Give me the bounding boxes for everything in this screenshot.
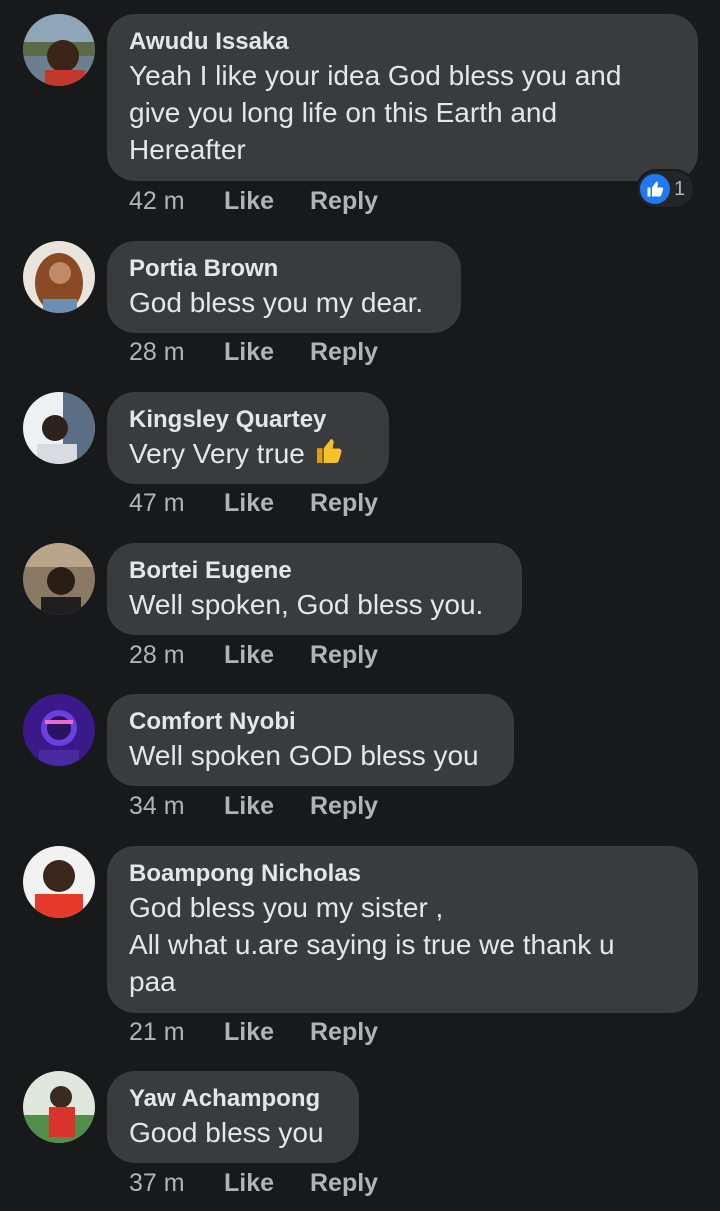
thumbs-up-icon	[640, 174, 670, 204]
like-button[interactable]: Like	[224, 791, 310, 821]
comment-text: Good bless you	[129, 1117, 324, 1148]
like-button[interactable]: Like	[224, 488, 310, 518]
comment-time[interactable]: 47 m	[129, 488, 224, 518]
reaction-count: 1	[674, 177, 686, 200]
avatar[interactable]	[23, 694, 95, 766]
like-button[interactable]: Like	[224, 186, 310, 216]
comment-actions: 47 m Like Reply	[129, 488, 378, 518]
comment-text: Very Very true	[129, 435, 367, 476]
comment-actions: 21 m Like Reply	[129, 1017, 378, 1047]
comment-time[interactable]: 42 m	[129, 186, 224, 216]
comment-actions: 28 m Like Reply	[129, 337, 378, 367]
comment-author[interactable]: Yaw Achampong	[129, 1084, 337, 1114]
comment-actions: 42 m Like Reply	[129, 186, 378, 216]
comment-text: Yeah I like your idea God bless you and …	[129, 60, 622, 165]
comment-actions: 28 m Like Reply	[129, 640, 378, 670]
comment-text: Well spoken GOD bless you	[129, 740, 479, 771]
avatar[interactable]	[23, 241, 95, 313]
comment-author[interactable]: Kingsley Quartey	[129, 405, 367, 435]
reply-button[interactable]: Reply	[310, 186, 378, 216]
comment-text: God bless you my sister , All what u.are…	[129, 892, 615, 997]
comment-actions: 37 m Like Reply	[129, 1168, 378, 1198]
reply-button[interactable]: Reply	[310, 791, 378, 821]
avatar[interactable]	[23, 14, 95, 86]
comment-bubble: Boampong Nicholas God bless you my siste…	[107, 846, 698, 1013]
comment-time[interactable]: 34 m	[129, 791, 224, 821]
comment-bubble: Awudu Issaka Yeah I like your idea God b…	[107, 14, 698, 181]
comment-bubble: Kingsley Quartey Very Very true	[107, 392, 389, 484]
comment-author[interactable]: Comfort Nyobi	[129, 707, 492, 737]
comment-text-body: Very Very true	[129, 438, 305, 469]
like-button[interactable]: Like	[224, 337, 310, 367]
avatar[interactable]	[23, 1071, 95, 1143]
comment-text: God bless you my dear.	[129, 287, 424, 318]
comment-author[interactable]: Bortei Eugene	[129, 556, 500, 586]
comment-author[interactable]: Awudu Issaka	[129, 27, 676, 57]
reply-button[interactable]: Reply	[310, 337, 378, 367]
comment-bubble: Portia Brown God bless you my dear.	[107, 241, 461, 333]
comment-time[interactable]: 21 m	[129, 1017, 224, 1047]
like-button[interactable]: Like	[224, 1168, 310, 1198]
reply-button[interactable]: Reply	[310, 1168, 378, 1198]
avatar[interactable]	[23, 543, 95, 615]
avatar[interactable]	[23, 846, 95, 918]
comment-actions: 34 m Like Reply	[129, 791, 378, 821]
comment-author[interactable]: Boampong Nicholas	[129, 859, 676, 889]
comment-bubble: Comfort Nyobi Well spoken GOD bless you	[107, 694, 514, 786]
reply-button[interactable]: Reply	[310, 488, 378, 518]
reaction-summary[interactable]: 1	[638, 171, 694, 207]
comment-bubble: Yaw Achampong Good bless you	[107, 1071, 359, 1163]
comment-author[interactable]: Portia Brown	[129, 254, 439, 284]
comment-bubble: Bortei Eugene Well spoken, God bless you…	[107, 543, 522, 635]
comment-feed: Awudu Issaka Yeah I like your idea God b…	[0, 0, 720, 1211]
comment-time[interactable]: 37 m	[129, 1168, 224, 1198]
comment-text: Well spoken, God bless you.	[129, 589, 484, 620]
comment-time[interactable]: 28 m	[129, 640, 224, 670]
like-button[interactable]: Like	[224, 640, 310, 670]
reply-button[interactable]: Reply	[310, 640, 378, 670]
thumbs-up-emoji-icon	[313, 435, 345, 476]
avatar[interactable]	[23, 392, 95, 464]
comment-time[interactable]: 28 m	[129, 337, 224, 367]
like-button[interactable]: Like	[224, 1017, 310, 1047]
reply-button[interactable]: Reply	[310, 1017, 378, 1047]
